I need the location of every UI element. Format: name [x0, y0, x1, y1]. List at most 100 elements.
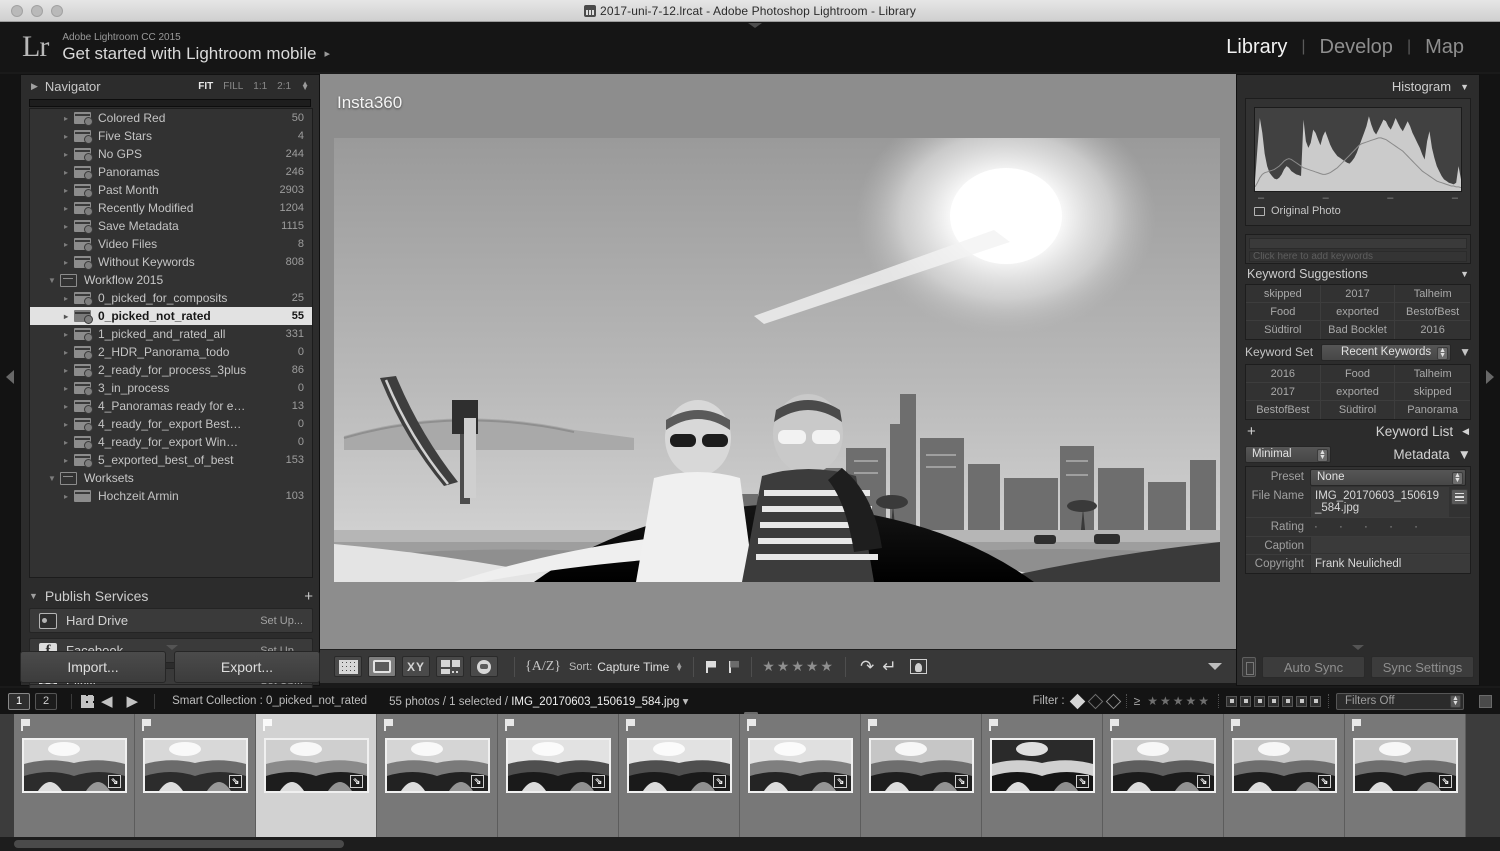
filter-color-4[interactable] [1268, 696, 1279, 707]
keyword-suggestions-header[interactable]: Keyword Suggestions ▼ [1237, 264, 1479, 284]
thumbnail-badge-icon[interactable]: ⇘ [1318, 775, 1331, 788]
disclosure-icon[interactable]: ▸ [58, 420, 74, 429]
keyword-suggestion[interactable]: Food [1246, 303, 1321, 321]
original-photo-checkbox[interactable] [1254, 207, 1265, 216]
disclosure-icon[interactable]: ▼ [44, 276, 60, 285]
keyword-set-item[interactable]: Talheim [1395, 365, 1470, 383]
keyword-set-menu-icon[interactable]: ▼ [1459, 345, 1471, 359]
filter-color-6[interactable] [1296, 696, 1307, 707]
disclosure-icon[interactable]: ▸ [58, 258, 74, 267]
filter-color-2[interactable] [1240, 696, 1251, 707]
identity-plate-arrow-icon[interactable]: ▸ [325, 48, 331, 60]
publish-service-item[interactable]: Hard DriveSet Up... [29, 608, 313, 633]
keyword-suggestion[interactable]: 2016 [1395, 321, 1470, 339]
metadata-value[interactable] [1310, 537, 1470, 553]
filter-color-3[interactable] [1254, 696, 1265, 707]
keyword-suggestion[interactable]: Bad Bocklet [1321, 321, 1396, 339]
metadata-value[interactable]: IMG_20170603_150619_584.jpg [1310, 487, 1449, 517]
thumbnail-flag-icon[interactable] [747, 719, 758, 731]
original-photo-toggle[interactable]: Original Photo [1254, 205, 1462, 217]
grid-view-icon[interactable] [81, 695, 94, 708]
keyword-suggestion[interactable]: Talheim [1395, 285, 1470, 303]
collection-row[interactable]: ▸No GPS244 [30, 145, 312, 163]
collection-row[interactable]: ▸Five Stars4 [30, 127, 312, 145]
zoom-fill[interactable]: FILL [223, 81, 243, 92]
thumbnail-badge-icon[interactable]: ⇘ [1439, 775, 1452, 788]
survey-view-button[interactable] [436, 656, 464, 677]
filmstrip-thumbnail[interactable]: ⇘ [1345, 714, 1466, 837]
filmstrip-thumbnail[interactable]: ⇘ [740, 714, 861, 837]
thumbnail-badge-icon[interactable]: ⇘ [592, 775, 605, 788]
collection-row[interactable]: ▸Hochzeit Armin103 [30, 487, 312, 505]
keyword-entry-box[interactable]: Click here to add keywords [1245, 234, 1471, 264]
filmstrip-thumbnail[interactable]: ⇘ [861, 714, 982, 837]
thumbnail-flag-icon[interactable] [142, 719, 153, 731]
histogram-plot[interactable] [1254, 107, 1462, 192]
keyword-field[interactable] [1249, 238, 1467, 249]
module-library[interactable]: Library [1212, 36, 1301, 59]
keyword-suggestion[interactable]: 2017 [1321, 285, 1396, 303]
metadata-disclosure-icon[interactable]: ▼ [1458, 447, 1471, 462]
collection-row[interactable]: ▸Without Keywords808 [30, 253, 312, 271]
thumbnail-flag-icon[interactable] [1110, 719, 1121, 731]
sync-settings-button[interactable]: Sync Settings [1371, 656, 1474, 678]
histogram-disclosure-icon[interactable]: ▼ [1460, 82, 1469, 92]
disclosure-icon[interactable]: ▸ [58, 150, 74, 159]
filter-flag-unflagged-icon[interactable] [1087, 693, 1103, 709]
left-panel-toggle-caret[interactable] [166, 645, 178, 650]
metadata-view-stepper-icon[interactable]: ▲▼ [1317, 449, 1328, 462]
right-panel-toggle-caret[interactable] [1352, 645, 1364, 650]
thumbnail-flag-icon[interactable] [868, 719, 879, 731]
auto-sync-button[interactable]: Auto Sync [1262, 656, 1365, 678]
filmstrip-scrollbar-thumb[interactable] [14, 840, 344, 848]
disclosure-icon[interactable]: ▸ [58, 330, 74, 339]
metadata-value[interactable]: Frank Neulichedl [1310, 555, 1470, 573]
import-button[interactable]: Import... [20, 651, 166, 683]
filmstrip-end-button[interactable] [1479, 695, 1492, 708]
filter-color-7[interactable] [1310, 696, 1321, 707]
filmstrip[interactable]: ⇘⇘⇘⇘⇘⇘⇘⇘⇘⇘⇘⇘ [0, 714, 1500, 837]
compare-view-button[interactable]: XY [402, 656, 430, 677]
filmstrip-thumbnail[interactable]: ⇘ [982, 714, 1103, 837]
filter-flag-picked-icon[interactable] [1069, 693, 1085, 709]
filters-off-stepper-icon[interactable]: ▲▼ [1450, 695, 1461, 708]
thumbnail-flag-icon[interactable] [989, 719, 1000, 731]
disclosure-icon[interactable]: ▸ [58, 240, 74, 249]
keyword-set-dropdown[interactable]: Recent Keywords ▲▼ [1321, 344, 1451, 361]
publish-service-setup-link[interactable]: Set Up... [260, 615, 303, 627]
keyword-list-header[interactable]: + Keyword List ◀ [1237, 420, 1479, 442]
keyword-suggestion[interactable]: Südtirol [1246, 321, 1321, 339]
collection-row[interactable]: ▸5_exported_best_of_best153 [30, 451, 312, 469]
disclosure-icon[interactable]: ▸ [58, 204, 74, 213]
metadata-value[interactable]: · · · · · [1310, 518, 1470, 536]
zoom-fit[interactable]: FIT [198, 81, 213, 92]
histogram-header[interactable]: Histogram ▼ [1237, 75, 1479, 98]
disclosure-icon[interactable]: ▼ [44, 474, 60, 483]
person-crop-icon[interactable] [910, 659, 927, 674]
source-label[interactable]: Smart Collection : 0_picked_not_rated [172, 695, 367, 707]
thumbnail-flag-icon[interactable] [384, 719, 395, 731]
collection-row[interactable]: ▸Past Month2903 [30, 181, 312, 199]
thumbnail-badge-icon[interactable]: ⇘ [834, 775, 847, 788]
thumbnail-badge-icon[interactable]: ⇘ [713, 775, 726, 788]
collection-row[interactable]: ▸Recently Modified1204 [30, 199, 312, 217]
metadata-preset-dropdown[interactable]: None ▲▼ [1310, 469, 1466, 486]
rotate-left-icon[interactable]: ↷ [860, 657, 874, 677]
filmstrip-thumbnail[interactable]: ⇘ [498, 714, 619, 837]
selected-file-caret-icon[interactable]: ▾ [683, 696, 689, 708]
keyword-suggestion[interactable]: skipped [1246, 285, 1321, 303]
thumbnail-badge-icon[interactable]: ⇘ [1076, 775, 1089, 788]
filters-off-dropdown[interactable]: Filters Off ▲▼ [1336, 693, 1464, 710]
disclosure-icon[interactable]: ▸ [58, 348, 74, 357]
collection-row[interactable]: ▸3_in_process0 [30, 379, 312, 397]
filmstrip-thumbnail[interactable]: ⇘ [377, 714, 498, 837]
rating-stars[interactable]: ★★★★★ [762, 658, 835, 675]
keyword-list-disclosure-icon[interactable]: ◀ [1462, 426, 1469, 437]
filter-color-1[interactable] [1226, 696, 1237, 707]
zoom-stepper[interactable]: ▲▼ [301, 82, 309, 90]
disclosure-icon[interactable]: ▸ [58, 168, 74, 177]
zoom-1to1[interactable]: 1:1 [253, 81, 267, 92]
collection-row[interactable]: ▸4_Panoramas ready for e…13 [30, 397, 312, 415]
publish-disclosure-icon[interactable]: ▼ [29, 591, 38, 601]
filmstrip-thumbnail[interactable]: ⇘ [619, 714, 740, 837]
